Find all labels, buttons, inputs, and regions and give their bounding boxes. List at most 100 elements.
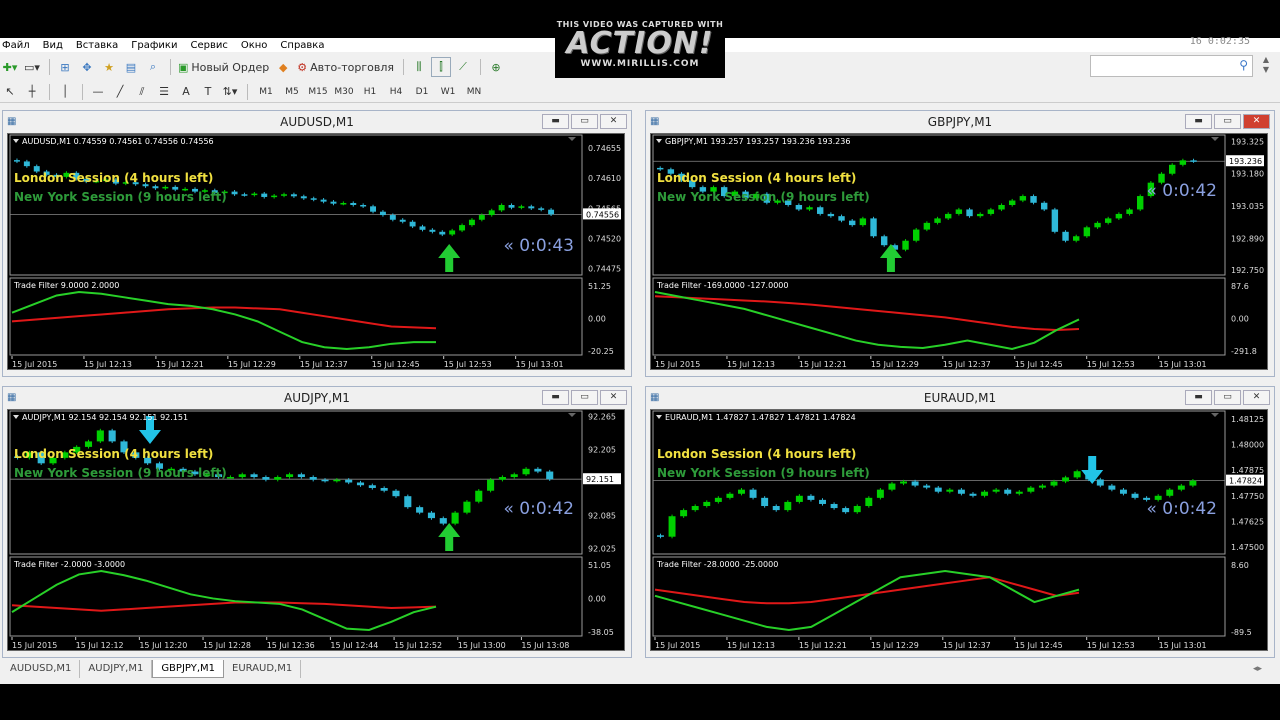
price-tick-label: 1.48000 (1231, 441, 1264, 450)
market-watch-icon[interactable]: ⊞ (55, 57, 75, 77)
window-controls: ▬ ▭ ✕ (1183, 390, 1270, 405)
candle (356, 482, 365, 486)
chart-menu-icon (656, 139, 662, 143)
zoom-in-icon[interactable]: ⊕ (486, 57, 506, 77)
bar-chart-icon[interactable]: ⫼ (409, 57, 429, 77)
chart-window-euraud[interactable]: EURAUD,M1 ▦ ▬ ▭ ✕ 1.48125 1.48000 1.47875 1.4782… (645, 386, 1275, 658)
candle (881, 236, 888, 246)
tab-audusd[interactable]: AUDUSD,M1 (2, 660, 81, 678)
menu-window[interactable]: Окно (239, 40, 275, 51)
candle (345, 479, 353, 483)
cursor-icon[interactable]: ↖ (0, 82, 20, 102)
timeframe-h4[interactable]: H4 (383, 87, 409, 97)
maximize-icon[interactable]: ▭ (1214, 390, 1241, 405)
maximize-icon[interactable]: ▭ (571, 114, 598, 129)
time-axis-label: 15 Jul 12:29 (871, 641, 919, 650)
horizontal-line-icon[interactable]: — (88, 82, 108, 102)
chart-window-audusd[interactable]: AUDUSD,M1▦▬▭✕0.746550.746100.745650.7455… (2, 110, 632, 377)
new-chart-icon[interactable]: ✚▾ (0, 57, 20, 77)
tab-euraud[interactable]: EURAUD,M1 (224, 660, 302, 678)
candle (1004, 489, 1012, 494)
minimize-icon[interactable]: ▬ (1185, 114, 1212, 129)
tabs-scroll-icon[interactable]: ◂▸ (1253, 664, 1262, 674)
chart-window-gbpjpy[interactable]: GBPJPY,M1 ▦ ▬ ▭ ✕ 193.325 193.236 193.180 193.03… (645, 110, 1275, 377)
maximize-icon[interactable]: ▭ (571, 390, 598, 405)
candle (528, 206, 535, 209)
data-window-icon[interactable]: ✥ (77, 57, 97, 77)
buy-arrow-icon (438, 523, 461, 551)
arrows-icon[interactable]: ⇅▾ (220, 82, 240, 102)
menu-charts[interactable]: Графики (129, 40, 184, 51)
timeframe-m30[interactable]: M30 (331, 87, 357, 97)
timeframe-mn[interactable]: MN (461, 87, 487, 97)
close-icon[interactable]: ✕ (1243, 114, 1270, 129)
candle (108, 430, 116, 442)
crosshair-icon[interactable]: ┼ (22, 82, 42, 102)
candle (817, 207, 824, 214)
price-chart[interactable]: 193.325 193.236 193.180 193.035 192.890 192.7… (650, 133, 1268, 370)
menu-view[interactable]: Вид (41, 40, 70, 51)
price-chart[interactable]: 92.265 92.205 92.151 92.085 92.025 AUDJPY,M1 … (7, 409, 625, 651)
timeframe-d1[interactable]: D1 (409, 87, 435, 97)
price-tick-label: 193.035 (1231, 202, 1264, 211)
candle (1126, 209, 1133, 214)
chart-symbol-header: AUDJPY,M1 92.154 92.154 92.151 92.151 (22, 413, 188, 422)
maximize-icon[interactable]: ▭ (1214, 114, 1241, 129)
tester-icon[interactable]: ⌕ (143, 57, 163, 77)
price-tick-label: 0.74475 (588, 265, 621, 274)
new-order-icon: ▣ (178, 60, 189, 74)
chart-window-audjpy[interactable]: AUDJPY,M1 ▦ ▬ ▭ ✕ 92.265 92.205 92.151 92.085 92.… (2, 386, 632, 658)
tab-gbpjpy[interactable]: GBPJPY,M1 (152, 660, 224, 678)
search-scroll-icon[interactable]: ▲ ▼ (1256, 55, 1276, 77)
menu-file[interactable]: Файл (0, 40, 37, 51)
close-icon[interactable]: ✕ (600, 390, 627, 405)
candle (498, 477, 506, 480)
channel-icon[interactable]: ⫽ (132, 82, 152, 102)
timeframe-w1[interactable]: W1 (435, 87, 461, 97)
price-chart[interactable]: 0.746550.746100.745650.745560.745200.744… (7, 133, 625, 370)
line-chart-icon[interactable]: ⟋ (453, 57, 473, 77)
candle (508, 205, 515, 208)
window-controls: ▬ ▭ ✕ (1183, 114, 1270, 129)
timeframe-m15[interactable]: M15 (305, 87, 331, 97)
minimize-icon[interactable]: ▬ (542, 390, 569, 405)
navigator-icon[interactable]: ★ (99, 57, 119, 77)
price-tick-label: 192.750 (1231, 266, 1264, 275)
fibo-icon[interactable]: ☰ (154, 82, 174, 102)
bar-timer: « 0:0:42 (503, 499, 574, 519)
terminal-icon[interactable]: ▤ (121, 57, 141, 77)
candle (522, 468, 530, 475)
candle (510, 474, 518, 478)
close-icon[interactable]: ✕ (600, 114, 627, 129)
indicator-green-line (11, 290, 436, 351)
menu-help[interactable]: Справка (278, 40, 331, 51)
search-input[interactable]: ⚲ (1090, 55, 1253, 77)
close-icon[interactable]: ✕ (1243, 390, 1270, 405)
chart-window-icon: ▦ (650, 116, 660, 127)
candle (923, 222, 931, 230)
candle (546, 471, 554, 480)
minimize-icon[interactable]: ▬ (1185, 390, 1212, 405)
candle (1105, 218, 1112, 223)
trendline-icon[interactable]: ╱ (110, 82, 130, 102)
price-chart[interactable]: 1.48125 1.48000 1.47875 1.47824 1.47750 1.476… (650, 409, 1268, 651)
timeframe-h1[interactable]: H1 (357, 87, 383, 97)
timeframe-m5[interactable]: M5 (279, 87, 305, 97)
minimize-icon[interactable]: ▬ (542, 114, 569, 129)
chart-svg: 92.265 92.205 92.151 92.085 92.025 AUDJPY,M1 … (9, 410, 621, 650)
new-order-button[interactable]: ▣ Новый Ордер (176, 57, 271, 77)
vertical-line-icon[interactable]: │ (55, 82, 75, 102)
menu-tools[interactable]: Сервис (188, 40, 234, 51)
candle (152, 186, 159, 189)
text-label-icon[interactable]: T (198, 82, 218, 102)
metaeditor-icon[interactable]: ◆ (273, 57, 293, 77)
candlestick-icon[interactable]: ⫿ (430, 57, 451, 77)
timeframe-m1[interactable]: M1 (253, 87, 279, 97)
autotrade-button[interactable]: ⚙ Авто-торговля (295, 57, 396, 77)
tab-audjpy[interactable]: AUDJPY,M1 (80, 660, 153, 678)
drawing-toolbar: ↖ ┼ │ — ╱ ⫽ ☰ A T ⇅▾ M1 M5 M15 M30 H1 H4… (0, 81, 1280, 103)
text-icon[interactable]: A (176, 82, 196, 102)
menu-insert[interactable]: Вставка (74, 40, 125, 51)
candle (900, 481, 908, 484)
profiles-icon[interactable]: ▭▾ (22, 57, 42, 77)
